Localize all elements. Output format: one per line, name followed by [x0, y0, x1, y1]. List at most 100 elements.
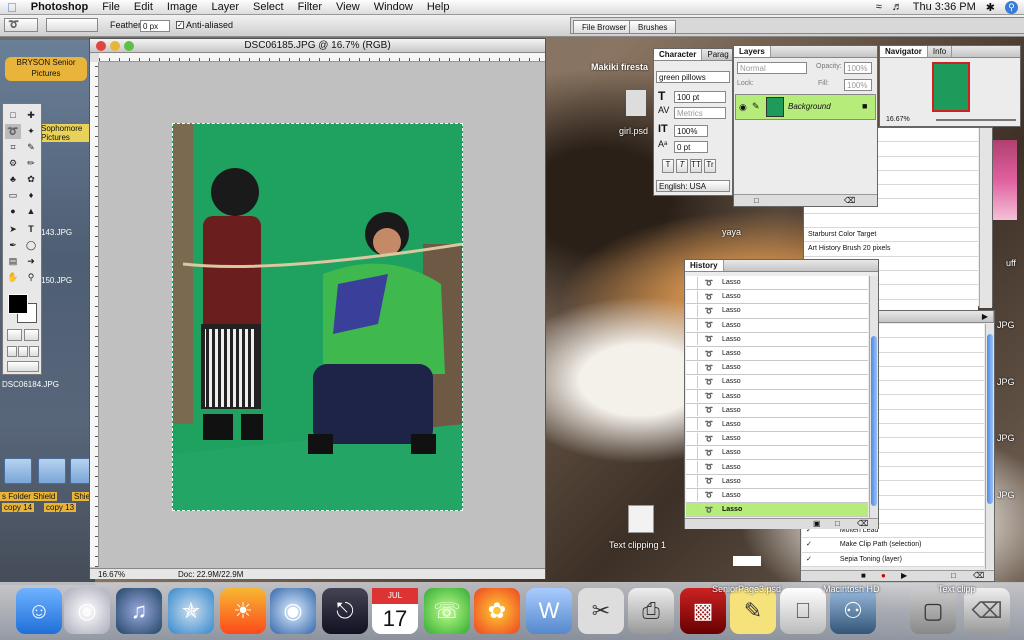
front-row-icon[interactable]: ▩ — [680, 588, 726, 634]
history-brush-source[interactable] — [686, 390, 698, 403]
record-icon[interactable]: ● — [881, 571, 886, 580]
feather-input[interactable]: 0 px — [140, 20, 170, 32]
finder-icon[interactable]: ☺ — [16, 588, 62, 634]
imovie-icon[interactable]: ⎋ — [322, 588, 368, 634]
bluetooth-icon[interactable]: ✱ — [986, 1, 995, 14]
desktop-icon-143[interactable]: 143.JPG — [41, 228, 72, 237]
menu-window[interactable]: Window — [367, 0, 420, 15]
shape-icon[interactable]: ◯ — [23, 238, 39, 253]
history-item[interactable]: ➰ Lasso — [686, 290, 868, 305]
history-brush-source[interactable] — [686, 319, 698, 332]
tab-character[interactable]: Character — [654, 49, 703, 60]
preset-item[interactable]: Starburst Color Target — [804, 228, 978, 243]
ruler-origin[interactable] — [90, 53, 99, 62]
selection-mode-buttons[interactable] — [46, 18, 98, 32]
ical-icon[interactable]: JUL 17 — [372, 588, 418, 634]
history-brush-source[interactable] — [686, 418, 698, 431]
iphoto-icon[interactable]: ☀ — [220, 588, 266, 634]
history-scrollbar[interactable] — [869, 276, 878, 518]
desktop-icon-jpg[interactable]: JPG — [997, 433, 1015, 443]
vertical-scale-field[interactable]: 100% — [674, 125, 708, 137]
menu-edit[interactable]: Edit — [127, 0, 160, 15]
zoom-window-icon[interactable] — [124, 41, 134, 51]
history-brush-source[interactable] — [686, 432, 698, 445]
swatches-strip[interactable] — [993, 140, 1017, 220]
system-prefs-icon[interactable]:  — [780, 588, 826, 634]
navigator-thumbnail[interactable] — [932, 62, 970, 112]
layer-row-background[interactable]: ◉ ✎ Background ■ — [735, 94, 876, 120]
history-item[interactable]: ➰ Lasso — [686, 474, 868, 489]
actions-scrollbar[interactable] — [985, 324, 994, 569]
all-caps-button[interactable]: TT — [690, 159, 702, 173]
minimize-icon[interactable] — [110, 41, 120, 51]
navigator-zoom[interactable]: 16.67% — [886, 116, 910, 123]
antialias-checkbox[interactable]: ✓ — [176, 21, 184, 29]
desktop-icon-text-clipp[interactable]: Text clipp — [938, 584, 976, 594]
dodge-icon[interactable]: ● — [5, 204, 21, 219]
history-item[interactable]: ➰ Lasso — [686, 304, 868, 319]
history-brush-source[interactable] — [686, 461, 698, 474]
kerning-field[interactable]: Metrics — [674, 107, 726, 119]
action-toggle-icon[interactable]: ✓ — [806, 541, 814, 548]
menu-filter[interactable]: Filter — [291, 0, 329, 15]
history-brush-source[interactable] — [686, 333, 698, 346]
presets-scrollbar[interactable] — [979, 128, 992, 308]
folder-icon[interactable] — [38, 458, 66, 484]
standard-mode-button[interactable] — [7, 329, 22, 341]
dvd-player-icon[interactable]: ◎ — [64, 588, 110, 634]
history-item[interactable]: ➰ Lasso — [686, 361, 868, 376]
crop-icon[interactable]: ⌗ — [5, 140, 21, 155]
quickmask-mode-button[interactable] — [24, 329, 39, 341]
screen-mode-button[interactable] — [29, 346, 39, 357]
new-action-icon[interactable]: □ — [951, 571, 956, 580]
bucket-icon[interactable]: ♦ — [23, 188, 39, 203]
type-icon[interactable]: T — [23, 222, 39, 237]
history-item[interactable]: ➰ Lasso — [686, 460, 868, 475]
safari-icon[interactable]: ✯ — [168, 588, 214, 634]
zoom-slider[interactable] — [936, 119, 1016, 121]
history-brush-source[interactable] — [686, 475, 698, 488]
trash-icon[interactable]: ⌫ — [964, 588, 1010, 634]
slice-icon[interactable]: ✎ — [23, 140, 39, 155]
history-item[interactable]: ➰ Lasso — [686, 417, 868, 433]
history-brush-source[interactable] — [686, 347, 698, 360]
desktop-icon-jpg[interactable]: JPG — [997, 320, 1015, 330]
preset-item[interactable]: Art History Brush 20 pixels — [804, 242, 978, 257]
path-select-icon[interactable]: ➤ — [5, 222, 21, 237]
history-brush-icon[interactable]: ✿ — [23, 172, 39, 187]
desktop-icon-folder-shield[interactable]: s Folder Shield — [0, 492, 58, 501]
desktop-icon-jpg[interactable]: JPG — [997, 377, 1015, 387]
desktop-icon-150[interactable]: 150.JPG — [41, 276, 72, 285]
move-icon[interactable]: ✚ — [23, 108, 39, 123]
tab-layers[interactable]: Layers — [734, 46, 771, 57]
history-brush-source[interactable] — [686, 503, 698, 516]
history-brush-source[interactable] — [686, 446, 698, 459]
sharpen-icon[interactable]: ▲ — [23, 204, 39, 219]
history-item[interactable]: ➰ Lasso — [686, 389, 868, 404]
clock[interactable]: Thu 3:36 PM — [913, 1, 976, 13]
menu-image[interactable]: Image — [160, 0, 205, 15]
itunes-icon[interactable]: ♫ — [116, 588, 162, 634]
psd-file-icon[interactable] — [626, 90, 646, 116]
desktop-icon-text-clipping[interactable]: Text clipping 1 — [609, 540, 666, 550]
screen-mode-button[interactable] — [7, 346, 17, 357]
history-item[interactable]: ➰ Lasso — [686, 432, 868, 447]
history-item[interactable]: ➰ Lasso — [686, 403, 868, 418]
folder-icon[interactable] — [4, 458, 32, 484]
faux-italic-button[interactable]: T — [676, 159, 688, 173]
desktop-icon-sophomore[interactable]: Sophomore Pictures — [41, 124, 93, 142]
close-icon[interactable] — [96, 41, 106, 51]
doc-size[interactable]: Doc: 22.9M/22.9M — [178, 569, 243, 580]
hand-icon[interactable]: ✋ — [5, 270, 21, 285]
text-clipping-icon[interactable] — [628, 505, 654, 533]
trash-icon[interactable]: ⌫ — [844, 196, 855, 205]
lasso-icon[interactable]: ➰ — [5, 124, 21, 139]
menu-help[interactable]: Help — [420, 0, 457, 15]
foreground-color-swatch[interactable] — [8, 294, 28, 314]
history-brush-source[interactable] — [686, 290, 698, 303]
play-icon[interactable]: ▶ — [901, 571, 907, 580]
magic-wand-icon[interactable]: ✦ — [23, 124, 39, 139]
tab-info[interactable]: Info — [928, 46, 953, 57]
history-item[interactable]: ➰ Lasso — [686, 375, 868, 390]
history-brush-source[interactable] — [686, 489, 698, 502]
